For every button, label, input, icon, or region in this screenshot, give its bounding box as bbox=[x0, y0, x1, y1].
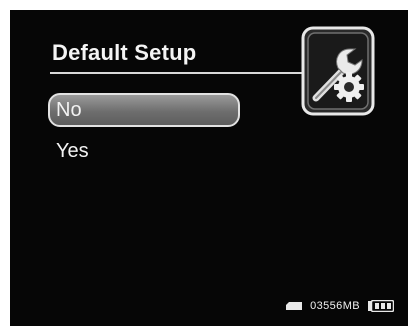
title-divider bbox=[50, 72, 312, 74]
storage-remaining: 03556MB bbox=[310, 300, 360, 312]
camera-screen: Default Setup No Yes 03556MB bbox=[10, 10, 408, 326]
battery-level-bar bbox=[375, 303, 379, 309]
menu-title: Default Setup bbox=[52, 40, 197, 65]
memory-card-icon bbox=[286, 302, 303, 310]
battery-level-bar bbox=[381, 303, 385, 309]
option-no[interactable]: No bbox=[48, 93, 240, 127]
option-yes-label: Yes bbox=[56, 140, 89, 162]
status-bar: 03556MB bbox=[286, 299, 394, 313]
battery-icon bbox=[368, 300, 394, 312]
option-no-label: No bbox=[56, 99, 82, 121]
wrench-gear-icon bbox=[300, 25, 376, 117]
battery-level-bar bbox=[387, 303, 391, 309]
option-yes[interactable]: Yes bbox=[48, 135, 240, 169]
option-list: No Yes bbox=[48, 93, 240, 177]
